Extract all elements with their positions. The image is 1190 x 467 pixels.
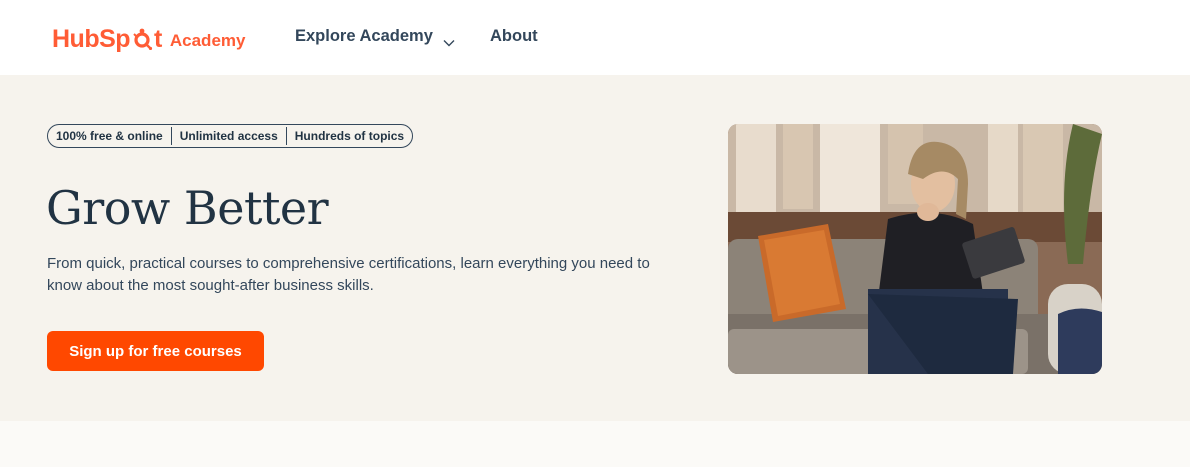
hero-description: From quick, practical courses to compreh… bbox=[47, 255, 650, 294]
hubspot-academy-logo[interactable]: HubSp t Academy bbox=[52, 18, 245, 54]
page-title: Grow Better bbox=[46, 181, 329, 235]
badge-hundreds-topics: Hundreds of topics bbox=[294, 129, 405, 143]
nav-about[interactable]: About bbox=[490, 27, 538, 46]
lower-section bbox=[0, 421, 1190, 467]
nav-about-label: About bbox=[490, 27, 538, 45]
logo-subtitle: Academy bbox=[169, 31, 246, 50]
hero-photo-illustration bbox=[728, 124, 1102, 374]
nav-explore-label: Explore Academy bbox=[295, 27, 433, 45]
sprocket-icon bbox=[131, 27, 153, 51]
signup-free-courses-button[interactable]: Sign up for free courses bbox=[47, 331, 264, 371]
nav-explore-academy[interactable]: Explore Academy bbox=[295, 27, 455, 46]
hero-photo bbox=[728, 124, 1102, 374]
badge-unlimited-access: Unlimited access bbox=[179, 129, 278, 143]
hero-section: 100% free & online Unlimited access Hund… bbox=[0, 75, 1190, 421]
logo-wordmark: HubSp t bbox=[52, 25, 162, 53]
top-navigation: HubSp t Academy Explore Academy About bbox=[0, 0, 1190, 75]
chevron-down-icon bbox=[443, 33, 455, 46]
badge-free-online: 100% free & online bbox=[56, 129, 163, 143]
feature-badges: 100% free & online Unlimited access Hund… bbox=[47, 124, 414, 148]
